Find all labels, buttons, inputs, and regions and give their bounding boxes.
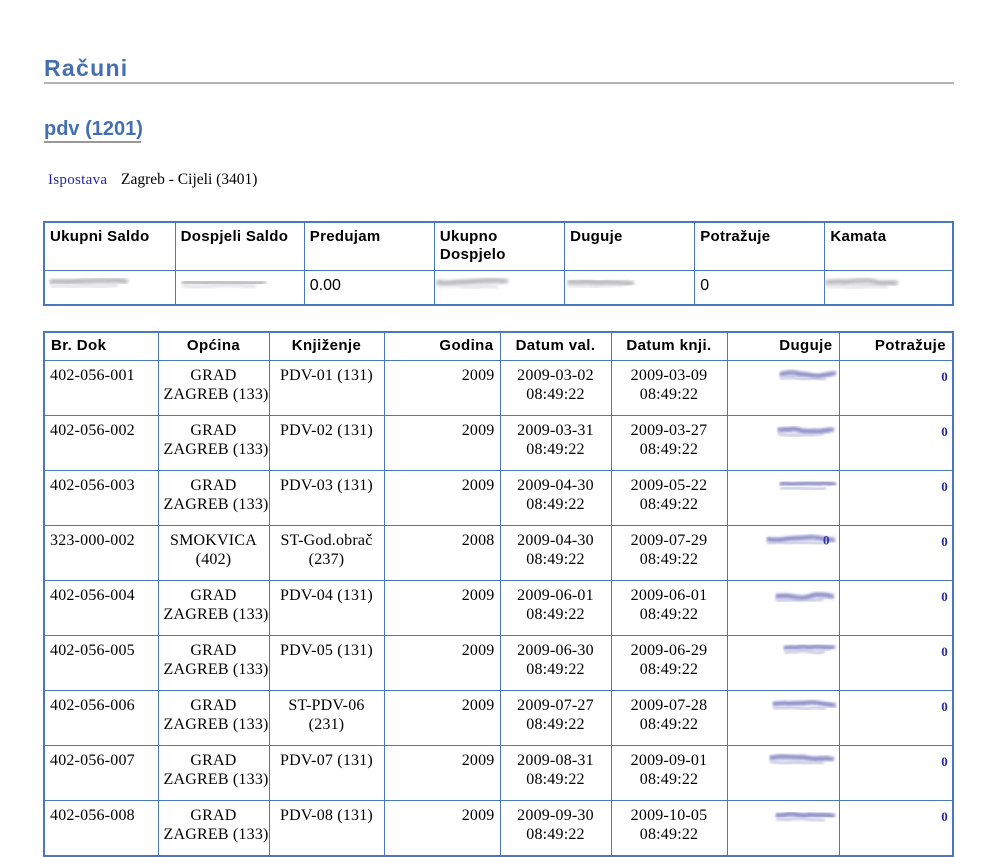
svg-text:0: 0 <box>823 533 830 548</box>
